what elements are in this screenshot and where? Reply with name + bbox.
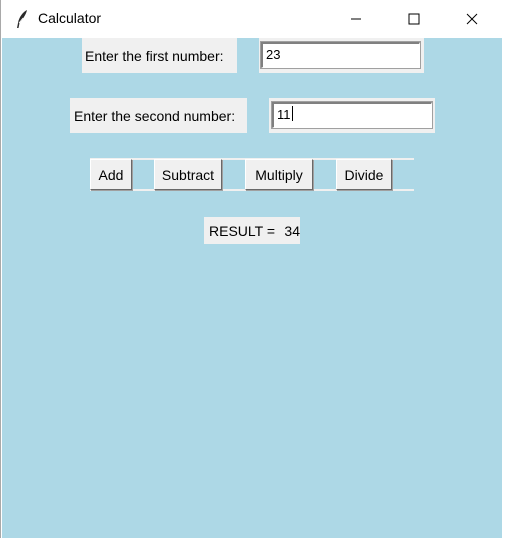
minimize-button[interactable] [327, 0, 385, 38]
maximize-button[interactable] [385, 0, 443, 38]
spacer [237, 38, 259, 73]
divide-button[interactable]: Divide [336, 159, 392, 190]
title-bar[interactable]: Calculator [1, 0, 503, 38]
result-label: RESULT = [209, 222, 276, 239]
spacer [247, 98, 269, 133]
feather-icon [17, 10, 27, 28]
subtract-button[interactable]: Subtract [154, 159, 222, 190]
maximize-icon [408, 13, 420, 25]
second-number-label: Enter the second number: [70, 98, 247, 133]
close-icon [466, 13, 478, 25]
first-entry-frame: 23 [259, 38, 424, 73]
first-number-label: Enter the first number: [82, 38, 237, 73]
second-number-value: 11 [277, 107, 291, 122]
first-number-input[interactable]: 23 [260, 41, 421, 69]
result-label-box: RESULT = 34 [204, 217, 300, 244]
text-caret [291, 106, 293, 121]
second-entry-frame: 11 [269, 98, 435, 133]
calculator-window: Calculator Enter the first number: 23 En… [0, 0, 503, 538]
minimize-icon [351, 18, 361, 20]
multiply-button[interactable]: Multiply [245, 159, 313, 190]
first-number-value: 23 [266, 47, 281, 62]
client-area: Enter the first number: 23 Enter the sec… [2, 38, 502, 538]
close-button[interactable] [443, 0, 501, 38]
result-value: 34 [284, 222, 300, 239]
window-title: Calculator [38, 10, 102, 26]
add-button[interactable]: Add [90, 159, 132, 190]
second-number-input[interactable]: 11 [271, 101, 433, 129]
